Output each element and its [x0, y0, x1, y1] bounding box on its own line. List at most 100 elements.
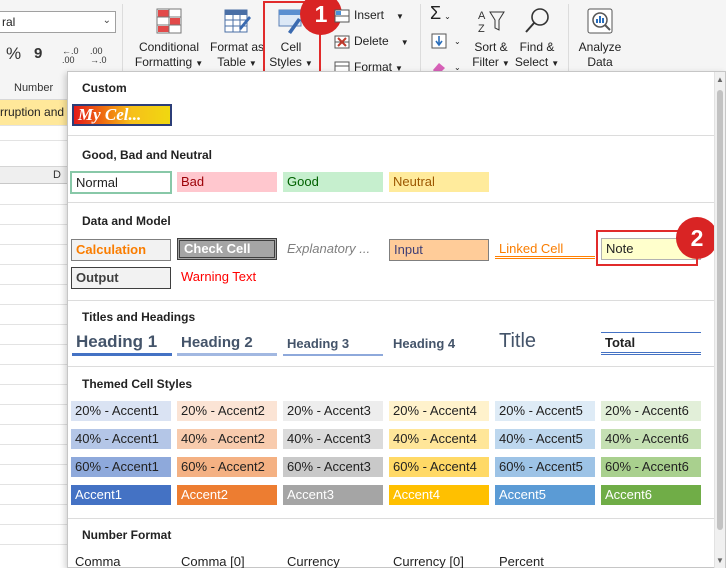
gridline — [0, 140, 68, 141]
chevron-down-icon: ▼ — [551, 59, 560, 68]
scroll-up-icon[interactable]: ▲ — [716, 75, 724, 84]
style-accent2[interactable]: Accent2 — [177, 485, 277, 505]
style-accent5[interactable]: Accent5 — [495, 485, 595, 505]
chevron-down-icon: ⌄ — [444, 12, 451, 21]
style-warning-text[interactable]: Warning Text — [177, 267, 277, 287]
comma-style-button[interactable]: 9 — [34, 45, 42, 62]
analyze-data-button[interactable]: Analyze Data — [574, 6, 626, 70]
gridline — [0, 424, 68, 425]
style-title[interactable]: Title — [495, 329, 595, 355]
style-40-accent6[interactable]: 40% - Accent6 — [601, 429, 701, 449]
find-select-button[interactable]: Find & Select ▼ — [514, 6, 560, 71]
style-output[interactable]: Output — [71, 267, 171, 289]
scrollbar-thumb[interactable] — [717, 90, 723, 530]
style-20-accent6[interactable]: 20% - Accent6 — [601, 401, 701, 421]
format-as-table-icon — [224, 9, 251, 33]
style-60-accent1[interactable]: 60% - Accent1 — [71, 457, 171, 477]
style-60-accent5[interactable]: 60% - Accent5 — [495, 457, 595, 477]
style-40-accent5[interactable]: 40% - Accent5 — [495, 429, 595, 449]
style-percent[interactable]: Percent — [495, 552, 595, 568]
style-20-accent5[interactable]: 20% - Accent5 — [495, 401, 595, 421]
style-accent1[interactable]: Accent1 — [71, 485, 171, 505]
percent-button[interactable]: % — [6, 44, 21, 64]
increase-decimal-button[interactable]: ←.0 .00 — [62, 47, 86, 65]
style-40-accent1[interactable]: 40% - Accent1 — [71, 429, 171, 449]
decrease-decimal-button[interactable]: .00 →.0 — [90, 47, 114, 65]
style-20-accent1[interactable]: 20% - Accent1 — [71, 401, 171, 421]
style-heading-2[interactable]: Heading 2 — [177, 333, 277, 356]
delete-cells-icon — [334, 35, 350, 49]
style-check-cell[interactable]: Check Cell — [177, 238, 277, 260]
style-heading-4[interactable]: Heading 4 — [389, 334, 489, 354]
style-bad[interactable]: Bad — [177, 172, 277, 192]
section-divider — [68, 135, 716, 136]
style-heading-3[interactable]: Heading 3 — [283, 334, 383, 356]
style-input[interactable]: Input — [389, 239, 489, 261]
style-60-accent2[interactable]: 60% - Accent2 — [177, 457, 277, 477]
format-as-table-label-2: Table — [217, 55, 246, 69]
worksheet-cell[interactable]: rruption and — [0, 100, 68, 125]
style-my-cell[interactable]: My Cel... — [72, 104, 172, 126]
scroll-down-icon[interactable]: ▼ — [716, 556, 724, 565]
style-40-accent4[interactable]: 40% - Accent4 — [389, 429, 489, 449]
style-linked-cell[interactable]: Linked Cell — [495, 239, 595, 259]
gridline — [0, 464, 68, 465]
chevron-down-icon: ⌄ — [454, 37, 461, 46]
style-good[interactable]: Good — [283, 172, 383, 192]
section-divider — [68, 518, 716, 519]
style-heading-1[interactable]: Heading 1 — [72, 331, 172, 356]
gridline — [0, 524, 68, 525]
fill-down-icon — [431, 33, 447, 49]
autosum-button[interactable]: Σ ⌄ — [430, 4, 451, 22]
section-header-titles-headings: Titles and Headings — [82, 310, 196, 324]
style-20-accent4[interactable]: 20% - Accent4 — [389, 401, 489, 421]
style-normal[interactable]: Normal — [70, 171, 172, 194]
conditional-formatting-label-1: Conditional — [138, 40, 200, 54]
format-as-table-button[interactable]: Format as Table ▼ — [208, 6, 266, 71]
style-20-accent3[interactable]: 20% - Accent3 — [283, 401, 383, 421]
section-header-themed: Themed Cell Styles — [82, 377, 193, 391]
gridline — [0, 344, 68, 345]
delete-button[interactable]: Delete ▼ — [334, 32, 409, 50]
section-divider — [68, 202, 716, 203]
conditional-formatting-icon — [156, 8, 182, 34]
gridline — [0, 244, 68, 245]
find-select-label-1: Find & — [519, 40, 555, 54]
style-neutral[interactable]: Neutral — [389, 172, 489, 192]
conditional-formatting-button[interactable]: Conditional Formatting ▼ — [130, 6, 208, 71]
step-2-badge: 2 — [676, 217, 718, 259]
gallery-scrollbar[interactable]: ▲ ▼ — [714, 72, 725, 568]
style-comma[interactable]: Comma — [71, 552, 171, 568]
gridline — [0, 125, 68, 126]
style-20-accent2[interactable]: 20% - Accent2 — [177, 401, 277, 421]
style-40-accent2[interactable]: 40% - Accent2 — [177, 429, 277, 449]
gridline — [0, 304, 68, 305]
style-60-accent3[interactable]: 60% - Accent3 — [283, 457, 383, 477]
insert-button[interactable]: Insert ▼ — [334, 6, 404, 24]
conditional-formatting-label-2: Formatting — [134, 55, 193, 69]
style-40-accent3[interactable]: 40% - Accent3 — [283, 429, 383, 449]
style-explanatory[interactable]: Explanatory ... — [283, 239, 383, 259]
style-60-accent4[interactable]: 60% - Accent4 — [389, 457, 489, 477]
style-calculation[interactable]: Calculation — [71, 239, 171, 261]
column-header[interactable]: D — [0, 166, 68, 184]
style-accent3[interactable]: Accent3 — [283, 485, 383, 505]
fill-button[interactable]: ⌄ — [431, 31, 461, 49]
style-comma-0[interactable]: Comma [0] — [177, 552, 277, 568]
gridline — [0, 484, 68, 485]
style-accent6[interactable]: Accent6 — [601, 485, 701, 505]
sort-filter-button[interactable]: A Z Sort & Filter ▼ — [469, 6, 513, 71]
find-select-label-2: Select — [514, 55, 549, 69]
style-currency[interactable]: Currency — [283, 552, 383, 568]
section-header-custom: Custom — [82, 81, 127, 95]
number-format-dropdown[interactable]: ral ⌄ — [0, 11, 116, 33]
style-60-accent6[interactable]: 60% - Accent6 — [601, 457, 701, 477]
style-currency-0[interactable]: Currency [0] — [389, 552, 489, 568]
number-format-buttons: % 9 ←.0 .00 .00 →.0 — [0, 44, 116, 65]
magnifier-icon — [525, 8, 549, 33]
style-accent4[interactable]: Accent4 — [389, 485, 489, 505]
svg-text:Z: Z — [478, 23, 485, 35]
sort-filter-label-1: Sort & — [474, 40, 508, 54]
gridline — [0, 324, 68, 325]
style-total[interactable]: Total — [601, 332, 701, 355]
